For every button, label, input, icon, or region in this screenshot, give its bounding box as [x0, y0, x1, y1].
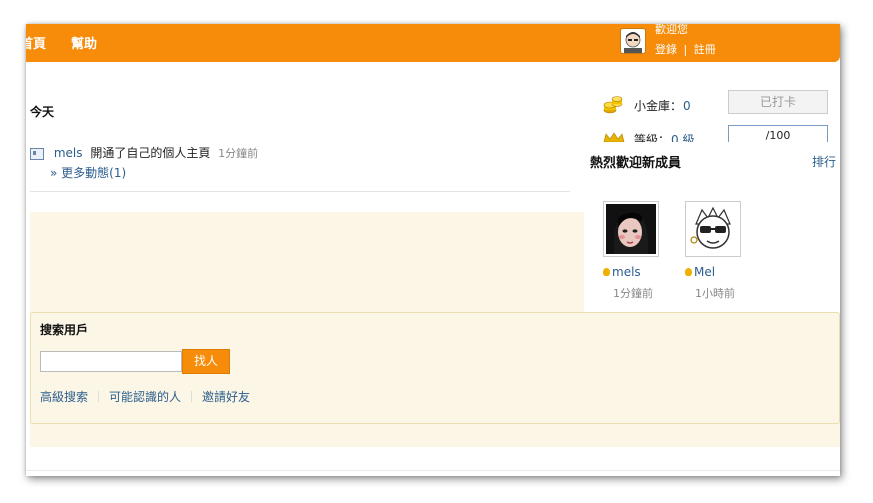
register-link[interactable]: 註冊 — [694, 43, 716, 56]
app-window: 首頁 幫助 歡迎您 登錄 | 註冊 今天 mels 開通了自己的個人主頁 1分鐘… — [26, 24, 840, 476]
feed-section-title: 今天 — [30, 105, 55, 119]
member-name[interactable]: mels — [603, 265, 673, 279]
people-you-may-know-link[interactable]: 可能認識的人 — [109, 390, 181, 404]
lightbulb-icon — [685, 268, 692, 276]
top-nav-bar: 首頁 幫助 歡迎您 登錄 | 註冊 — [26, 24, 840, 62]
member-name-text[interactable]: Mel — [694, 265, 715, 279]
new-members-title: 熱烈歡迎新成員 — [590, 156, 682, 171]
member-avatar[interactable] — [603, 201, 659, 257]
user-search-input[interactable] — [40, 351, 182, 372]
feed-entry-text: 開通了自己的個人主頁 — [90, 146, 211, 160]
link-separator — [98, 391, 100, 402]
nav-help-link[interactable]: 幫助 — [71, 33, 97, 52]
feed-divider — [30, 191, 570, 192]
invite-friends-link[interactable]: 邀請好友 — [202, 390, 250, 404]
feed-entry: mels 開通了自己的個人主頁 1分鐘前 — [30, 144, 258, 161]
more-activity-link[interactable]: » 更多動態(1) — [50, 164, 126, 181]
feed-entry-time: 1分鐘前 — [218, 147, 259, 160]
link-separator — [191, 391, 193, 402]
member-card: Mel 1小時前 — [685, 201, 755, 301]
footer-divider — [26, 470, 840, 471]
auth-divider: | — [683, 43, 688, 56]
user-search-title: 搜索用戶 — [40, 323, 89, 337]
lightbulb-icon — [603, 268, 610, 276]
portrait-photo-icon — [606, 204, 656, 254]
auth-links: 登錄 | 註冊 — [655, 41, 716, 57]
find-people-button[interactable]: 找人 — [182, 349, 230, 374]
welcome-text: 歡迎您 — [655, 24, 688, 36]
member-avatar[interactable] — [685, 201, 741, 257]
feed-entry-user-link[interactable]: mels — [54, 146, 83, 160]
gold-value[interactable]: 0 — [683, 99, 691, 113]
gold-coins-icon — [603, 96, 623, 114]
search-links: 高級搜索 可能認識的人 邀請好友 — [40, 388, 250, 405]
level-progress: /100 — [728, 125, 828, 143]
nav-home-link[interactable]: 首頁 — [26, 33, 46, 52]
crown-icon — [603, 132, 625, 142]
member-name[interactable]: Mel — [685, 265, 755, 279]
login-link[interactable]: 登錄 — [655, 43, 677, 56]
ranking-link[interactable]: 排行 — [812, 153, 836, 170]
checkin-button[interactable]: 已打卡 — [728, 90, 828, 114]
default-avatar-icon — [624, 32, 642, 53]
cartoon-face-icon — [688, 204, 738, 254]
member-time: 1小時前 — [695, 287, 735, 300]
gold-label: 小金庫： — [634, 99, 683, 113]
member-time: 1分鐘前 — [613, 287, 653, 300]
user-avatar[interactable] — [620, 28, 646, 54]
member-name-text[interactable]: mels — [612, 265, 641, 279]
profile-card-icon — [30, 147, 44, 160]
advanced-search-link[interactable]: 高級搜索 — [40, 390, 88, 404]
member-card: mels 1分鐘前 — [603, 201, 673, 301]
